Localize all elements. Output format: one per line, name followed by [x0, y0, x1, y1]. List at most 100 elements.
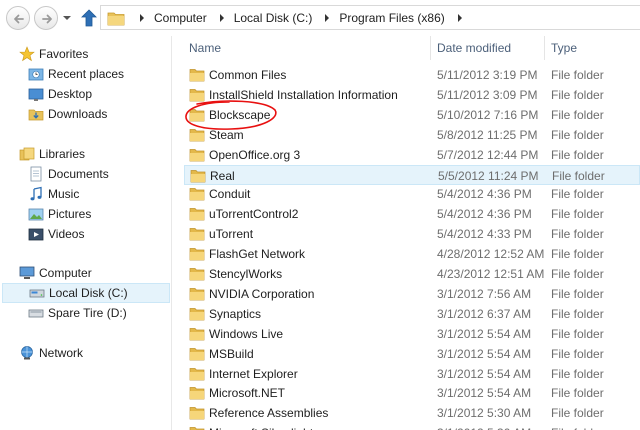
file-row[interactable]: uTorrentControl2 5/4/2012 4:36 PM File fol…	[184, 204, 640, 224]
music-icon	[30, 186, 42, 201]
nav-spare-tire[interactable]: Spare Tire (D:)	[0, 303, 172, 323]
folder-icon	[189, 128, 205, 142]
file-row[interactable]: Windows Live 3/1/2012 5:54 AM File folder	[184, 324, 640, 344]
nav-item-label: Downloads	[48, 107, 108, 121]
file-row[interactable]: Steam 5/8/2012 11:25 PM File folder	[184, 125, 640, 145]
file-name: Synaptics	[209, 306, 262, 321]
nav-item-label: Pictures	[48, 207, 92, 221]
videos-icon	[28, 228, 44, 241]
file-date-modified: 3/1/2012 5:30 AM	[437, 406, 532, 421]
column-header-label: Type	[551, 41, 578, 55]
breadcrumb-label: Computer	[154, 10, 207, 25]
forward-button[interactable]	[34, 6, 58, 30]
recent-locations-dropdown[interactable]	[62, 14, 72, 22]
breadcrumb-computer[interactable]: Computer	[154, 6, 234, 29]
file-date-modified: 5/11/2012 3:09 PM	[437, 87, 538, 102]
back-button[interactable]	[6, 6, 30, 30]
file-row[interactable]: MSBuild 3/1/2012 5:54 AM File folder	[184, 344, 640, 364]
file-date-modified: 5/10/2012 7:16 PM	[437, 107, 539, 122]
nav-recent-places[interactable]: Recent places	[0, 64, 172, 84]
nav-local-disk[interactable]: Local Disk (C:)	[2, 283, 170, 303]
file-date-modified: 3/1/2012 6:37 AM	[437, 306, 532, 321]
file-name: Reference Assemblies	[209, 406, 329, 421]
file-row[interactable]: NVIDIA Corporation 3/1/2012 7:56 AM File f…	[184, 284, 640, 304]
chevron-right-icon[interactable]	[217, 13, 227, 23]
file-name: Common Files	[209, 68, 287, 82]
folder-icon	[189, 288, 205, 301]
file-date-modified: 3/1/2012 5:30 AM	[437, 426, 531, 430]
folder-icon	[189, 228, 205, 241]
file-row[interactable]: Microsoft Silverlight 3/1/2012 5:30 AM Fil…	[184, 423, 640, 430]
file-row[interactable]: Conduit 5/4/2012 4:36 PM File folder	[184, 184, 640, 204]
nav-item-label: Documents	[48, 167, 109, 181]
chevron-right-icon[interactable]	[455, 13, 465, 23]
file-name: Blockscape	[209, 107, 271, 122]
file-name: Internet Explorer	[209, 366, 298, 381]
folder-icon	[189, 208, 205, 221]
chevron-right-icon[interactable]	[322, 13, 332, 23]
breadcrumb-program-files[interactable]: Program Files (x86)	[339, 6, 471, 29]
folder-icon	[189, 387, 205, 400]
desktop-icon	[28, 88, 44, 101]
folder-icon	[107, 12, 125, 25]
up-level-button[interactable]	[80, 8, 98, 28]
nav-documents[interactable]: Documents	[0, 164, 172, 184]
nav-network[interactable]: Network	[0, 343, 172, 363]
nav-libraries[interactable]: Libraries	[0, 144, 172, 164]
breadcrumb-local-disk[interactable]: Local Disk (C:)	[234, 6, 340, 29]
file-row[interactable]: OpenOffice.org 3 5/7/2012 12:44 PM File fo…	[184, 145, 640, 165]
file-row[interactable]: InstallShield Installation Information 5/…	[184, 85, 640, 105]
file-type: File folder	[551, 406, 604, 421]
column-header-type[interactable]: Type	[544, 36, 640, 60]
file-row[interactable]: Microsoft.NET 3/1/2012 5:54 AM File folder	[184, 383, 640, 403]
file-row[interactable]: Synaptics 3/1/2012 6:37 AM File folder	[184, 304, 640, 324]
breadcrumb-separator[interactable]	[133, 6, 154, 29]
file-row[interactable]: Reference Assemblies 3/1/2012 5:30 AM File…	[184, 403, 640, 423]
file-type: File folder	[551, 127, 604, 142]
file-type: File folder	[551, 227, 604, 242]
file-type: File folder	[552, 168, 605, 183]
file-row[interactable]: FlashGet Network 4/28/2012 12:52 AM File f…	[184, 244, 640, 264]
file-date-modified: 5/4/2012 4:36 PM	[437, 187, 532, 202]
file-name: OpenOffice.org 3	[209, 147, 301, 162]
folder-icon	[189, 367, 205, 380]
nav-videos[interactable]: Videos	[0, 224, 172, 244]
file-type: File folder	[551, 286, 604, 301]
drive-icon	[28, 309, 44, 318]
file-type: File folder	[551, 326, 604, 341]
column-header-name[interactable]: Name	[183, 36, 433, 60]
file-date-modified: 5/8/2012 11:25 PM	[437, 127, 538, 142]
file-row[interactable]: Real 5/5/2012 11:24 PM File folder	[184, 164, 640, 185]
file-row[interactable]: uTorrent 5/4/2012 4:33 PM File folder	[184, 224, 640, 244]
file-type: File folder	[551, 247, 604, 262]
file-row[interactable]: Common Files 5/11/2012 3:19 PM File folder	[184, 65, 640, 85]
nav-item-label: Music	[48, 187, 80, 201]
file-type: File folder	[551, 107, 604, 122]
file-type: File folder	[551, 346, 604, 361]
file-name: MSBuild	[209, 346, 254, 361]
back-arrow-icon	[14, 14, 24, 24]
nav-pictures[interactable]: Pictures	[0, 204, 172, 224]
nav-desktop[interactable]: Desktop	[0, 84, 172, 104]
nav-music[interactable]: Music	[0, 184, 172, 204]
folder-icon	[189, 268, 205, 281]
file-date-modified: 5/7/2012 12:44 PM	[437, 147, 539, 162]
column-header-date-modified[interactable]: Date modified	[430, 36, 543, 60]
file-row[interactable]: Blockscape 5/10/2012 7:16 PM File folder	[184, 105, 640, 125]
file-type: File folder	[551, 306, 604, 321]
file-row[interactable]: StencylWorks 4/23/2012 12:51 AM File folde…	[184, 264, 640, 284]
folder-icon	[190, 169, 206, 182]
drive-icon	[29, 289, 45, 298]
nav-libraries-label: Libraries	[39, 147, 86, 161]
file-row[interactable]: Internet Explorer 3/1/2012 5:54 AM File fo…	[184, 364, 640, 384]
nav-downloads[interactable]: Downloads	[0, 104, 172, 124]
file-date-modified: 3/1/2012 5:54 AM	[437, 366, 532, 381]
nav-favorites[interactable]: Favorites	[0, 44, 172, 64]
address-bar[interactable]: Computer Local Disk (C:) Program Files (…	[100, 5, 640, 30]
file-type: File folder	[551, 386, 604, 401]
nav-computer[interactable]: Computer	[0, 263, 172, 283]
file-name: Microsoft Silverlight	[209, 426, 313, 430]
file-name: Windows Live	[209, 326, 284, 341]
file-list: Name Date modified Type Common Files 5/11…	[172, 36, 640, 430]
recent-places-icon	[28, 68, 44, 81]
